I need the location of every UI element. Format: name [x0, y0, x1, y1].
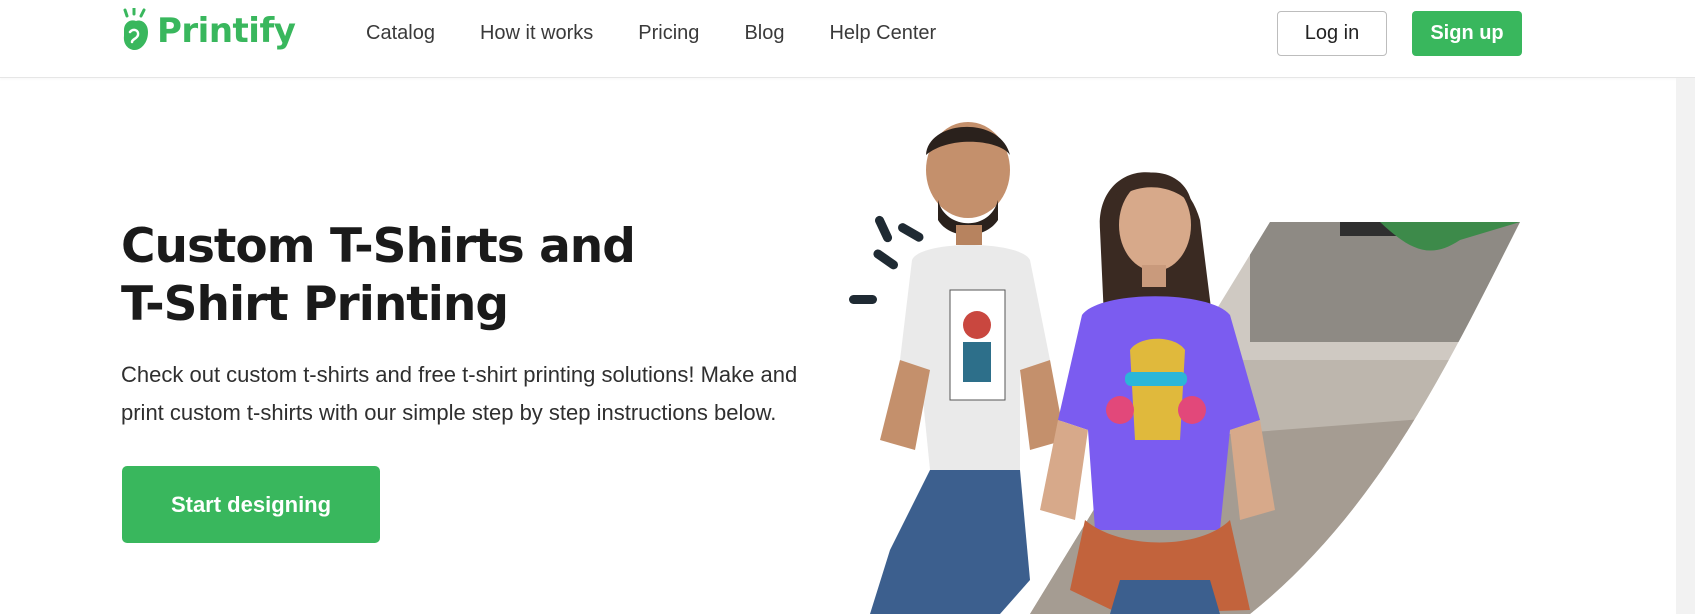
nav-pricing[interactable]: Pricing: [638, 22, 699, 45]
main-nav: Catalog How it works Pricing Blog Help C…: [366, 20, 936, 46]
nav-blog[interactable]: Blog: [744, 22, 784, 45]
logo-wordmark: Printify: [157, 11, 296, 51]
hero-title-line-2: T-Shirt Printing: [121, 277, 509, 332]
scrollbar-track[interactable]: [1676, 78, 1695, 614]
printify-hand-icon: [123, 8, 148, 50]
site-header: Printify Catalog How it works Pricing Bl…: [0, 0, 1695, 78]
hero-description: Check out custom t-shirts and free t-shi…: [121, 362, 798, 425]
hero-title: Custom T-Shirts and T-Shirt Printing: [121, 218, 741, 334]
hero-image: [820, 110, 1540, 614]
nav-catalog[interactable]: Catalog: [366, 22, 435, 45]
hero-title-line-1: Custom T-Shirts and: [121, 219, 636, 274]
start-designing-button[interactable]: Start designing: [122, 466, 380, 543]
login-button[interactable]: Log in: [1277, 11, 1387, 56]
printify-logo[interactable]: Printify: [121, 8, 296, 54]
nav-help-center[interactable]: Help Center: [829, 22, 936, 45]
hero-photo-models-icon: [849, 122, 1520, 614]
man-model: [870, 122, 1065, 614]
signup-button[interactable]: Sign up: [1412, 11, 1522, 56]
nav-how-it-works[interactable]: How it works: [480, 22, 593, 45]
